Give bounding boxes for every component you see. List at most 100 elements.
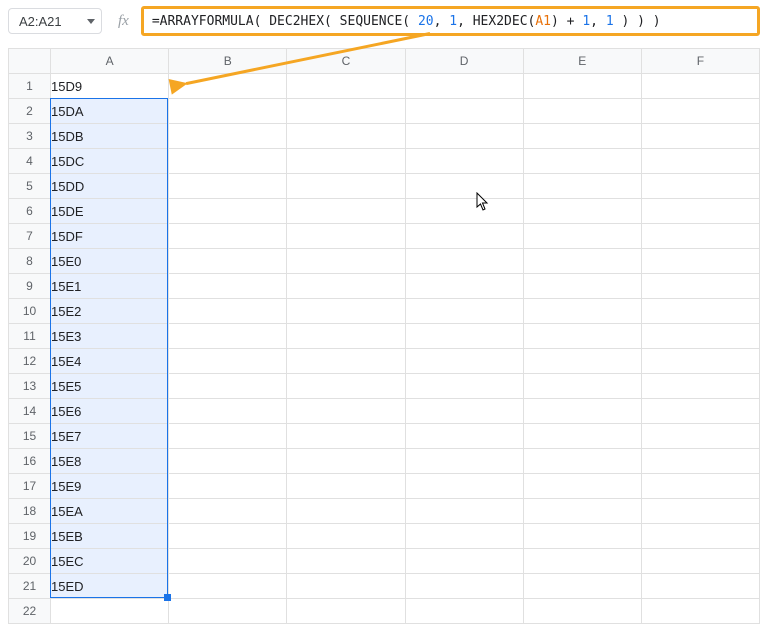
cell-C22[interactable] bbox=[287, 599, 405, 624]
cell-A17[interactable]: 15E9 bbox=[51, 474, 169, 499]
row-header-22[interactable]: 22 bbox=[9, 599, 51, 624]
cell-A6[interactable]: 15DE bbox=[51, 199, 169, 224]
cell-D18[interactable] bbox=[405, 499, 523, 524]
cell-E3[interactable] bbox=[523, 124, 641, 149]
cell-C20[interactable] bbox=[287, 549, 405, 574]
cell-B5[interactable] bbox=[169, 174, 287, 199]
cell-A3[interactable]: 15DB bbox=[51, 124, 169, 149]
cell-F5[interactable] bbox=[641, 174, 759, 199]
cell-F12[interactable] bbox=[641, 349, 759, 374]
cell-B11[interactable] bbox=[169, 324, 287, 349]
cell-F8[interactable] bbox=[641, 249, 759, 274]
column-header-A[interactable]: A bbox=[51, 49, 169, 74]
row-header-13[interactable]: 13 bbox=[9, 374, 51, 399]
row-header-11[interactable]: 11 bbox=[9, 324, 51, 349]
cell-C1[interactable] bbox=[287, 74, 405, 99]
cell-D7[interactable] bbox=[405, 224, 523, 249]
cell-F9[interactable] bbox=[641, 274, 759, 299]
cell-C6[interactable] bbox=[287, 199, 405, 224]
cell-B2[interactable] bbox=[169, 99, 287, 124]
cell-F14[interactable] bbox=[641, 399, 759, 424]
cell-C11[interactable] bbox=[287, 324, 405, 349]
row-header-16[interactable]: 16 bbox=[9, 449, 51, 474]
cell-E19[interactable] bbox=[523, 524, 641, 549]
cell-C2[interactable] bbox=[287, 99, 405, 124]
cell-A15[interactable]: 15E7 bbox=[51, 424, 169, 449]
select-all-corner[interactable] bbox=[9, 49, 51, 74]
spreadsheet-grid[interactable]: ABCDEF115D9215DA315DB415DC515DD615DE715D… bbox=[8, 48, 760, 624]
row-header-19[interactable]: 19 bbox=[9, 524, 51, 549]
cell-F17[interactable] bbox=[641, 474, 759, 499]
cell-D20[interactable] bbox=[405, 549, 523, 574]
cell-E4[interactable] bbox=[523, 149, 641, 174]
cell-F3[interactable] bbox=[641, 124, 759, 149]
cell-E11[interactable] bbox=[523, 324, 641, 349]
row-header-14[interactable]: 14 bbox=[9, 399, 51, 424]
cell-E10[interactable] bbox=[523, 299, 641, 324]
cell-F19[interactable] bbox=[641, 524, 759, 549]
cell-A18[interactable]: 15EA bbox=[51, 499, 169, 524]
row-header-12[interactable]: 12 bbox=[9, 349, 51, 374]
cell-A20[interactable]: 15EC bbox=[51, 549, 169, 574]
cell-C3[interactable] bbox=[287, 124, 405, 149]
cell-E21[interactable] bbox=[523, 574, 641, 599]
cell-B18[interactable] bbox=[169, 499, 287, 524]
cell-A1[interactable]: 15D9 bbox=[51, 74, 169, 99]
cell-F13[interactable] bbox=[641, 374, 759, 399]
cell-F1[interactable] bbox=[641, 74, 759, 99]
cell-B20[interactable] bbox=[169, 549, 287, 574]
cell-C19[interactable] bbox=[287, 524, 405, 549]
cell-B7[interactable] bbox=[169, 224, 287, 249]
cell-A11[interactable]: 15E3 bbox=[51, 324, 169, 349]
cell-A19[interactable]: 15EB bbox=[51, 524, 169, 549]
cell-D4[interactable] bbox=[405, 149, 523, 174]
cell-B17[interactable] bbox=[169, 474, 287, 499]
row-header-5[interactable]: 5 bbox=[9, 174, 51, 199]
cell-D12[interactable] bbox=[405, 349, 523, 374]
cell-E1[interactable] bbox=[523, 74, 641, 99]
cell-E15[interactable] bbox=[523, 424, 641, 449]
cell-D2[interactable] bbox=[405, 99, 523, 124]
name-box[interactable]: A2:A21 bbox=[8, 8, 102, 34]
row-header-8[interactable]: 8 bbox=[9, 249, 51, 274]
row-header-7[interactable]: 7 bbox=[9, 224, 51, 249]
cell-A2[interactable]: 15DA bbox=[51, 99, 169, 124]
cell-D5[interactable] bbox=[405, 174, 523, 199]
cell-A8[interactable]: 15E0 bbox=[51, 249, 169, 274]
cell-D8[interactable] bbox=[405, 249, 523, 274]
cell-E6[interactable] bbox=[523, 199, 641, 224]
cell-D9[interactable] bbox=[405, 274, 523, 299]
cell-C13[interactable] bbox=[287, 374, 405, 399]
cell-C7[interactable] bbox=[287, 224, 405, 249]
cell-D13[interactable] bbox=[405, 374, 523, 399]
cell-D17[interactable] bbox=[405, 474, 523, 499]
cell-A9[interactable]: 15E1 bbox=[51, 274, 169, 299]
cell-B15[interactable] bbox=[169, 424, 287, 449]
cell-D21[interactable] bbox=[405, 574, 523, 599]
cell-D3[interactable] bbox=[405, 124, 523, 149]
row-header-10[interactable]: 10 bbox=[9, 299, 51, 324]
row-header-2[interactable]: 2 bbox=[9, 99, 51, 124]
row-header-21[interactable]: 21 bbox=[9, 574, 51, 599]
cell-B19[interactable] bbox=[169, 524, 287, 549]
cell-F15[interactable] bbox=[641, 424, 759, 449]
row-header-15[interactable]: 15 bbox=[9, 424, 51, 449]
cell-A4[interactable]: 15DC bbox=[51, 149, 169, 174]
cell-B8[interactable] bbox=[169, 249, 287, 274]
cell-F10[interactable] bbox=[641, 299, 759, 324]
column-header-B[interactable]: B bbox=[169, 49, 287, 74]
cell-F20[interactable] bbox=[641, 549, 759, 574]
cell-F2[interactable] bbox=[641, 99, 759, 124]
cell-F11[interactable] bbox=[641, 324, 759, 349]
cell-C4[interactable] bbox=[287, 149, 405, 174]
cell-C8[interactable] bbox=[287, 249, 405, 274]
cell-F4[interactable] bbox=[641, 149, 759, 174]
cell-F22[interactable] bbox=[641, 599, 759, 624]
cell-B21[interactable] bbox=[169, 574, 287, 599]
cell-C16[interactable] bbox=[287, 449, 405, 474]
cell-B22[interactable] bbox=[169, 599, 287, 624]
column-header-F[interactable]: F bbox=[641, 49, 759, 74]
cell-A21[interactable]: 15ED bbox=[51, 574, 169, 599]
cell-C14[interactable] bbox=[287, 399, 405, 424]
cell-A12[interactable]: 15E4 bbox=[51, 349, 169, 374]
